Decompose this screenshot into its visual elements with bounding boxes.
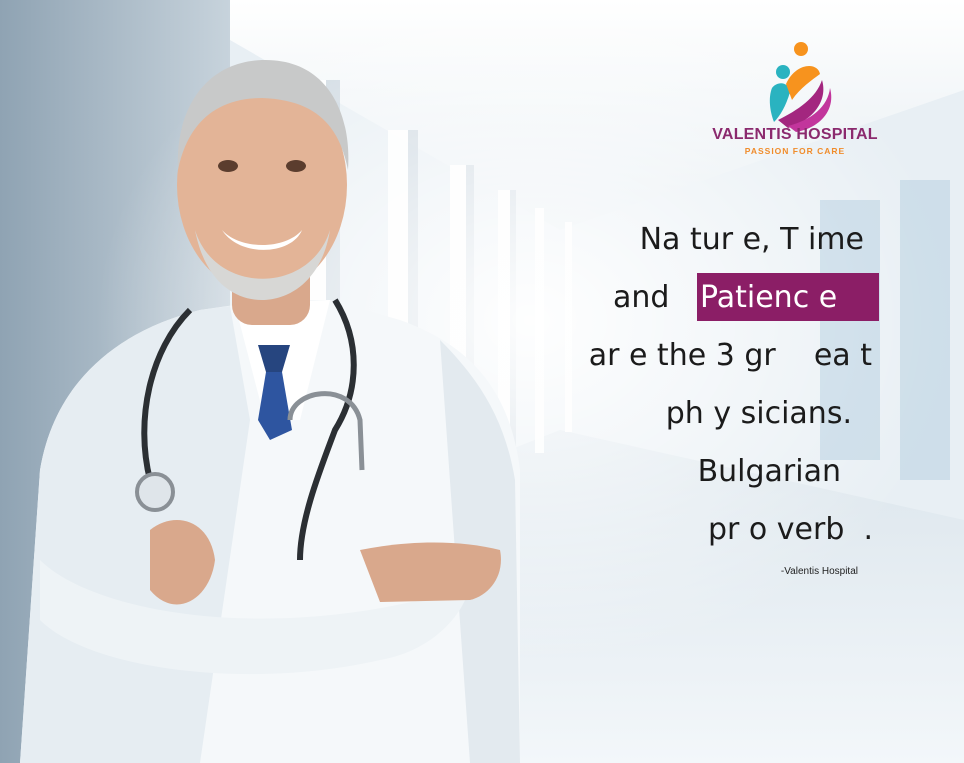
quote-line-6: pr o verb . [708, 512, 873, 547]
quote-highlight-word: Patienc e [700, 280, 838, 315]
attribution: -Valentis Hospital [780, 566, 858, 577]
quote-line-3: ar e the 3 gr ea t [588, 338, 872, 373]
quote-line-1: Na tur e, T ime [639, 222, 864, 257]
quote-line-5: Bulgarian [697, 454, 841, 489]
quote-line-4: ph y sicians. [665, 396, 852, 431]
brand-name: VALENTIS HOSPITAL [712, 126, 878, 143]
poster: VALENTIS HOSPITAL PASSION FOR CARE Na tu… [0, 0, 964, 763]
quote-line-2: and [613, 280, 679, 315]
brand-tagline: PASSION FOR CARE [744, 146, 846, 156]
